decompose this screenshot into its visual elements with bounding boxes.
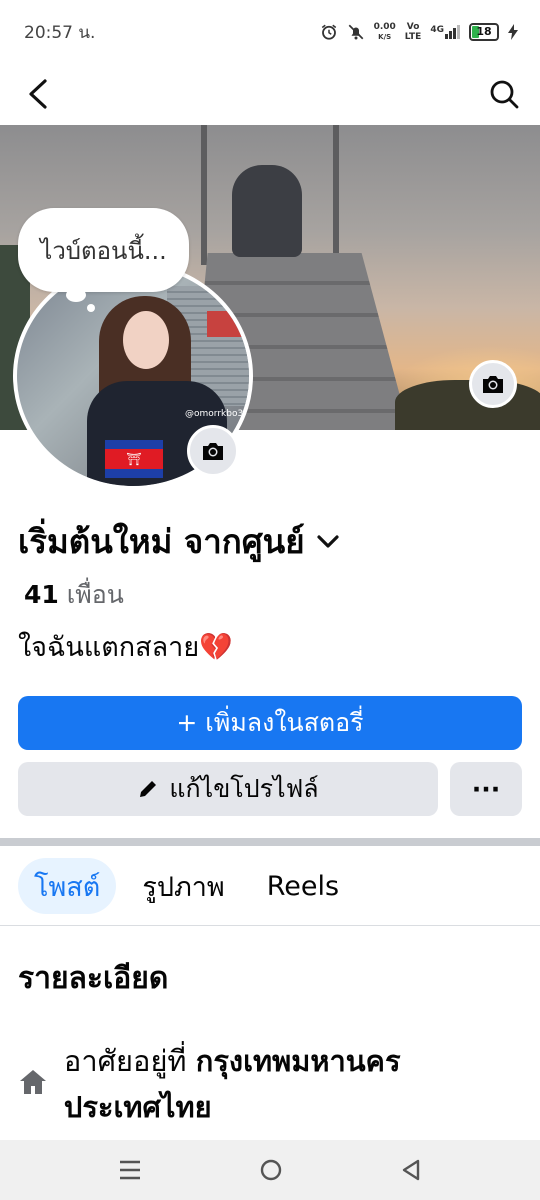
more-options-label: ··· xyxy=(471,774,501,804)
friends-count-link[interactable]: 41 เพื่อน xyxy=(24,575,124,615)
system-nav-bar xyxy=(0,1140,540,1200)
note-bubble-tail xyxy=(66,288,86,302)
flag-icon: ⛩ xyxy=(105,440,163,478)
tab-posts[interactable]: โพสต์ xyxy=(18,858,117,914)
note-bubble-tail-dot xyxy=(87,304,95,312)
more-options-button[interactable]: ··· xyxy=(450,762,522,816)
tab-reels[interactable]: Reels xyxy=(251,858,355,914)
battery-icon: 18 xyxy=(469,23,499,41)
friends-label: เพื่อน xyxy=(66,580,124,609)
camera-icon xyxy=(203,443,223,460)
friends-count: 41 xyxy=(24,580,59,609)
add-to-story-label: + เพิ่มลงในสตอรี่ xyxy=(176,708,364,737)
profile-name-row[interactable]: เริ่มต้นใหม่ จากศูนย์ xyxy=(18,515,339,568)
add-to-story-button[interactable]: + เพิ่มลงในสตอรี่ xyxy=(18,696,522,750)
home-circle-icon[interactable] xyxy=(259,1158,283,1182)
note-text: ไวบ์ตอนนี้... xyxy=(40,236,167,265)
detail-lives-in[interactable]: อาศัยอยู่ที่ กรุงเทพมหานคร ประเทศไทย xyxy=(18,1038,528,1130)
chevron-down-icon[interactable] xyxy=(316,534,339,549)
back-triangle-icon[interactable] xyxy=(400,1158,422,1182)
avatar-camera-button[interactable] xyxy=(187,425,239,477)
mute-bell-icon xyxy=(348,24,363,40)
search-icon xyxy=(490,80,519,109)
tabs-divider xyxy=(0,925,540,926)
back-button[interactable] xyxy=(20,76,56,112)
pencil-icon xyxy=(140,781,157,797)
avatar-watermark: @omorrkbo3 xyxy=(185,409,244,419)
chevron-left-icon xyxy=(29,79,47,109)
edit-profile-button[interactable]: แก้ไขโปรไฟล์ xyxy=(18,762,438,816)
top-nav xyxy=(0,64,540,124)
note-bubble[interactable]: ไวบ์ตอนนี้... xyxy=(18,208,189,292)
status-bar: 20:57 น. 0.00 K/S Vo LTE 4G 18 xyxy=(0,0,540,64)
alarm-icon xyxy=(321,24,336,40)
charging-icon xyxy=(508,24,518,40)
network-speed: 0.00 K/S xyxy=(373,22,396,41)
signal-icon: 4G xyxy=(430,25,460,39)
home-icon xyxy=(20,1070,46,1094)
cover-camera-button[interactable] xyxy=(469,360,517,408)
search-button[interactable] xyxy=(486,76,522,112)
section-divider xyxy=(0,838,540,846)
status-time: 20:57 น. xyxy=(24,22,96,43)
lives-in-prefix: อาศัยอยู่ที่ xyxy=(63,1044,187,1078)
camera-icon xyxy=(483,376,503,393)
edit-profile-label: แก้ไขโปรไฟล์ xyxy=(169,774,319,803)
recent-apps-icon[interactable] xyxy=(118,1159,142,1181)
status-icons: 0.00 K/S Vo LTE 4G 18 xyxy=(320,22,518,42)
profile-name: เริ่มต้นใหม่ จากศูนย์ xyxy=(18,522,305,561)
tab-photos[interactable]: รูปภาพ xyxy=(126,858,240,914)
volte-indicator: Vo LTE xyxy=(404,22,422,42)
details-title: รายละเอียด xyxy=(18,961,169,996)
profile-tabs: โพสต์ รูปภาพ Reels xyxy=(18,858,355,914)
profile-bio: ใจฉันแตกสลาย💔 xyxy=(18,632,233,663)
